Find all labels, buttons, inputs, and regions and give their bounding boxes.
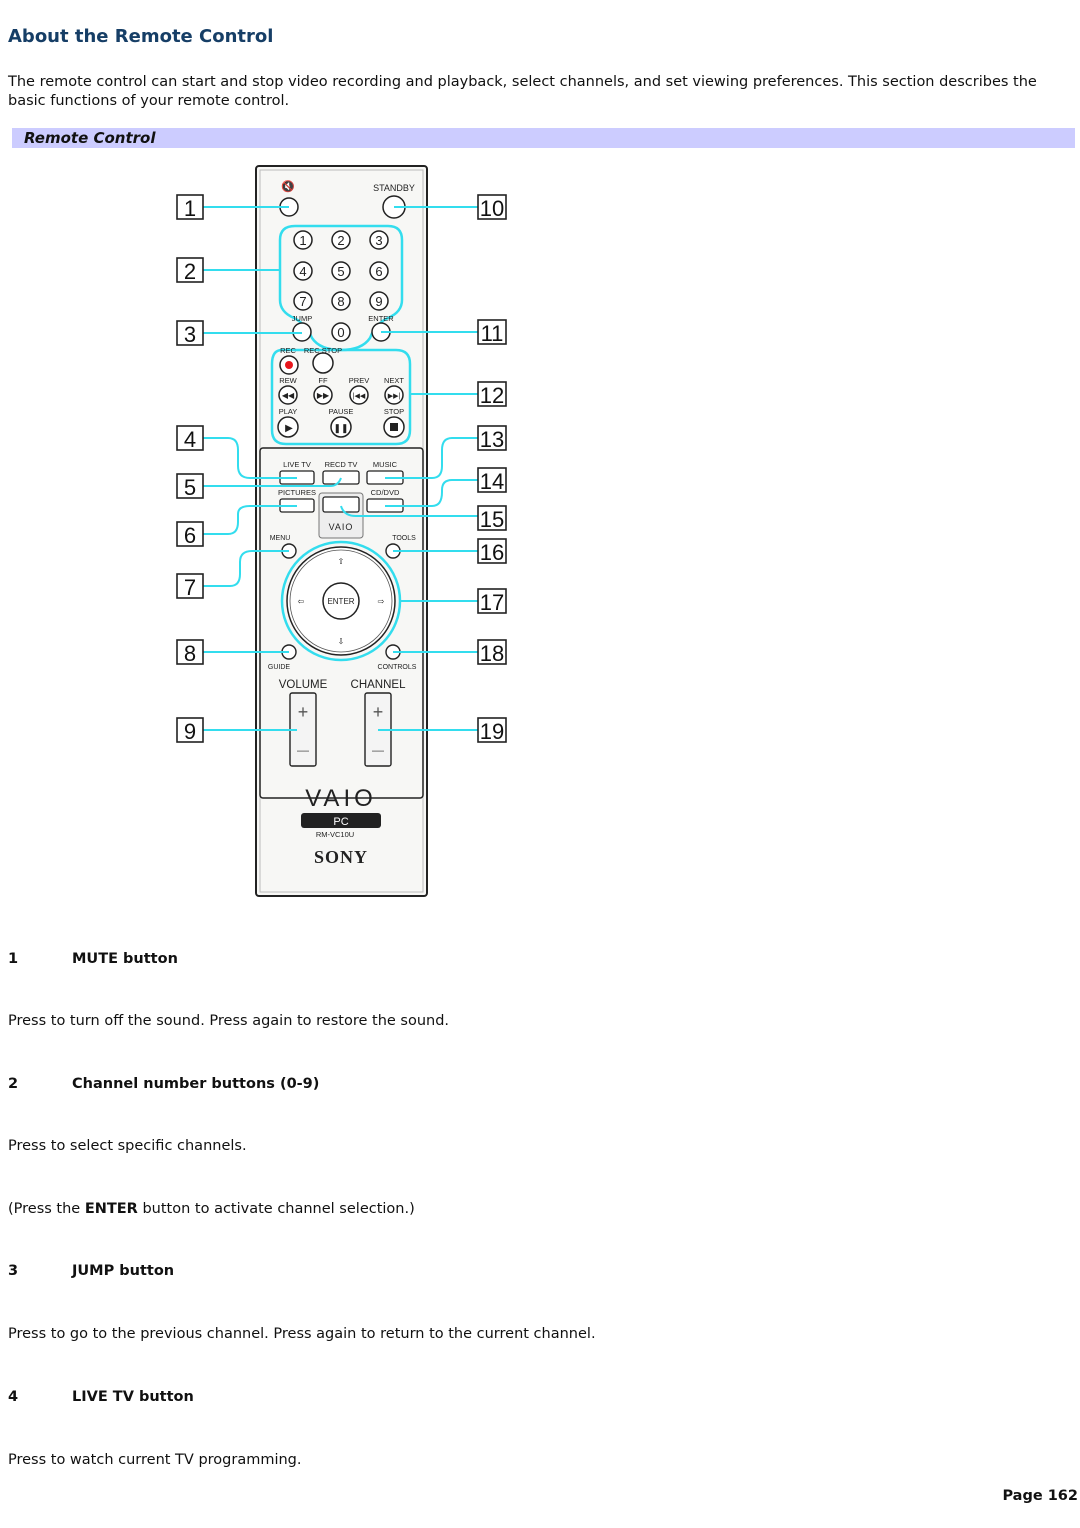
fast-forward-icon: ▶▶ [317,391,330,400]
callout-1: 1 [184,196,196,221]
channel-minus-icon: — [372,743,384,757]
prev-label: PREV [349,376,369,385]
skip-next-icon: ▶▶| [388,393,401,400]
callout-12: 12 [480,383,504,408]
pictures-label: PICTURES [278,488,316,497]
volume-label: VOLUME [279,679,328,691]
callout-10: 10 [480,196,504,221]
enter-label: ENTER [327,597,354,606]
channel-label: CHANNEL [351,679,407,691]
callout-4: 4 [184,427,196,452]
standby-label: STANDBY [373,183,415,193]
model-label: RM-VC10U [316,830,354,839]
callout-7: 7 [184,575,196,600]
intro-paragraph: The remote control can start and stop vi… [8,74,1037,109]
channel-plus-icon: + [373,702,384,722]
enter-small-label: ENTER [368,314,394,323]
live-tv-label: LIVE TV [283,460,311,469]
callout-2: 2 [184,259,196,284]
callout-14: 14 [480,469,504,494]
arrow-right-icon: ⇨ [378,597,385,606]
digit-4-label: 4 [299,264,306,279]
callout-6: 6 [184,523,196,548]
rec-label: REC [280,346,296,355]
next-label: NEXT [384,376,404,385]
controls-label: CONTROLS [378,664,417,671]
note-prefix: (Press the [8,1201,85,1217]
digit-3-label: 3 [375,233,382,248]
rec-stop-button[interactable] [312,352,334,374]
item-description: Press to watch current TV programming. [8,1452,302,1468]
rew-label: REW [279,376,297,385]
stop-icon [390,423,398,431]
page-title: About the Remote Control [8,26,274,47]
skip-previous-icon: |◀◀ [353,393,366,400]
item-title: LIVE TV button [72,1389,194,1405]
guide-label: GUIDE [268,664,291,671]
digit-9-label: 9 [375,294,382,309]
item-number: 2 [8,1076,19,1092]
recd-tv-button[interactable] [322,470,360,485]
digit-6-label: 6 [375,264,382,279]
page-number: Page 162 [1002,1488,1078,1504]
callout-17: 17 [480,590,504,615]
digit-7-label: 7 [299,294,306,309]
mute-icon: 🔇 [281,180,295,193]
remote-control-figure: 🔇 STANDBY 1 2 3 4 5 6 7 8 9 0 JUMP ENTER… [170,160,520,905]
recd-tv-label: RECD TV [325,460,358,469]
digit-8-label: 8 [337,294,344,309]
vaio-button[interactable] [322,496,360,513]
rewind-icon: ◀◀ [282,391,295,400]
arrow-up-icon: ⇧ [338,557,345,566]
sony-logo: SONY [314,847,368,867]
cd-dvd-label: CD/DVD [371,488,400,497]
item-number: 1 [8,951,19,967]
item-title: Channel number buttons (0-9) [72,1076,320,1092]
callout-18: 18 [480,641,504,666]
callout-11: 11 [481,321,504,346]
tools-label: TOOLS [392,535,416,542]
figure-caption-bar: Remote Control [12,128,1075,148]
callout-19: 19 [480,719,504,744]
digit-1-label: 1 [299,233,306,248]
item-title: JUMP button [72,1263,175,1279]
pause-icon: ❚❚ [333,423,348,434]
rec-icon [285,361,293,369]
pc-label: PC [333,816,348,828]
figure-caption: Remote Control [24,129,156,147]
volume-plus-icon: + [298,702,309,722]
item-description: Press to go to the previous channel. Pre… [8,1326,596,1342]
jump-label: JUMP [292,314,312,323]
play-label: PLAY [279,407,298,416]
item-note: (Press the ENTER button to activate chan… [8,1201,415,1217]
note-emphasis: ENTER [84,1201,138,1217]
callout-3: 3 [184,322,196,347]
music-label: MUSIC [373,460,398,469]
vaio-logo: VAIO [305,785,377,812]
menu-label: MENU [270,535,291,542]
callout-8: 8 [184,641,196,666]
arrow-down-icon: ⇩ [338,637,345,646]
vaio-small-label: VAIO [329,522,354,532]
item-description: Press to select specific channels. [8,1138,247,1154]
play-icon: ▶ [285,423,293,434]
stop-label: STOP [384,407,404,416]
ff-label: FF [318,376,328,385]
callout-16: 16 [480,540,504,565]
volume-minus-icon: — [297,743,309,757]
callout-15: 15 [480,507,504,532]
pause-label: PAUSE [329,407,354,416]
digit-2-label: 2 [337,233,344,248]
note-suffix: button to activate channel selection.) [137,1201,415,1217]
item-description: Press to turn off the sound. Press again… [8,1013,450,1029]
callout-13: 13 [480,427,504,452]
digit-0-label: 0 [337,325,344,340]
arrow-left-icon: ⇦ [298,597,305,606]
callout-5: 5 [184,475,196,500]
item-number: 4 [8,1389,19,1405]
item-number: 3 [8,1263,19,1279]
digit-5-label: 5 [337,264,344,279]
item-title: MUTE button [72,951,178,967]
callout-9: 9 [184,719,196,744]
